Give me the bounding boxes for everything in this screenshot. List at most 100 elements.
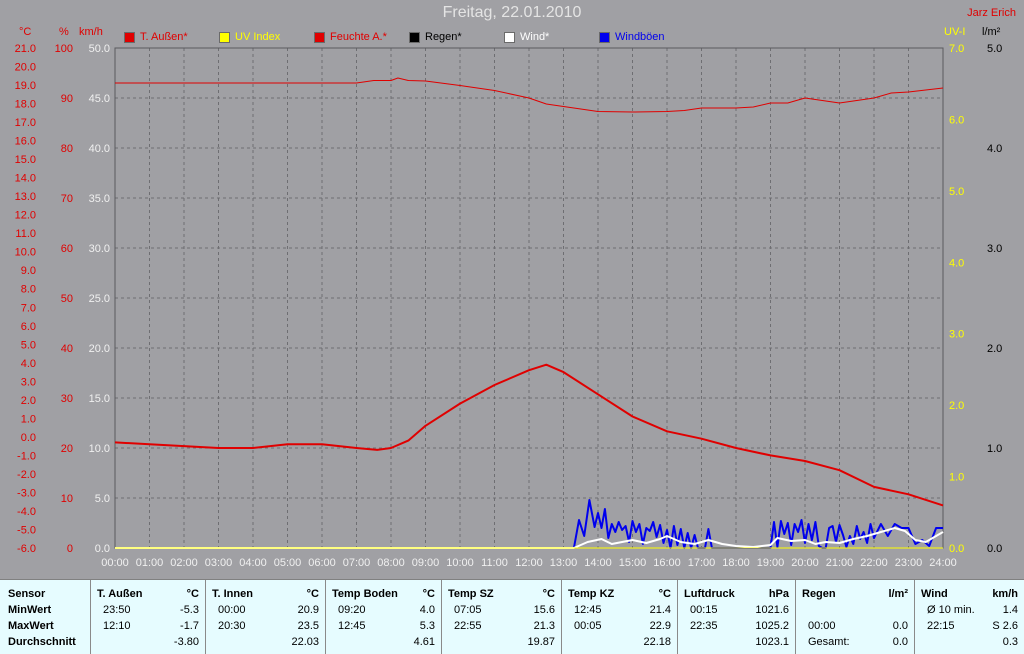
wind-tick-label: 20.0 — [89, 343, 110, 355]
time-tick-label: 17:00 — [688, 557, 716, 569]
max-time: 22:15 — [927, 620, 955, 632]
rain-tick-label: 3.0 — [987, 243, 1002, 255]
time-tick-label: 22:00 — [860, 557, 888, 569]
column-header: Temp Boden — [332, 588, 398, 600]
temperature-tick-label: 3.0 — [21, 376, 36, 388]
humidity-tick-label: 20 — [61, 443, 73, 455]
temperature-tick-label: -1.0 — [17, 450, 36, 462]
wind-tick-label: 30.0 — [89, 243, 110, 255]
time-tick-label: 11:00 — [481, 557, 508, 569]
time-tick-label: 03:00 — [205, 557, 233, 569]
uv-tick-label: 0.0 — [949, 543, 964, 555]
stat-column-temp-kz: Temp KZ °C 12:45 21.4 00:05 22.9 22.18 — [561, 580, 677, 654]
wind-tick-label: 40.0 — [89, 143, 110, 155]
max-time: 00:05 — [574, 620, 602, 632]
legend-swatch — [124, 31, 135, 43]
time-tick-label: 09:00 — [412, 557, 440, 569]
max-value: S 2.6 — [992, 620, 1018, 632]
time-tick-label: 15:00 — [619, 557, 647, 569]
legend-item-gusts: Windböen — [599, 31, 665, 43]
uv-tick-label: 6.0 — [949, 114, 964, 126]
chart-title: Freitag, 22.01.2010 — [442, 4, 582, 21]
average-value: 22.03 — [291, 636, 319, 648]
column-header: Temp SZ — [448, 588, 494, 600]
legend-label: Feuchte A.* — [330, 31, 387, 43]
column-unit: km/h — [992, 588, 1018, 600]
average-value: -3.80 — [173, 636, 199, 648]
temperature-tick-label: -5.0 — [17, 524, 36, 536]
temperature-tick-label: 7.0 — [21, 302, 36, 314]
min-time: 23:50 — [103, 604, 131, 616]
average-label: Gesamt: — [808, 636, 850, 648]
average-value: 22.18 — [643, 636, 671, 648]
legend-swatch — [219, 31, 230, 43]
max-value: 22.9 — [649, 620, 671, 632]
legend-item-humidity: Feuchte A.* — [314, 31, 387, 43]
max-value: 21.3 — [533, 620, 555, 632]
time-tick-label: 08:00 — [377, 557, 405, 569]
time-tick-label: 16:00 — [653, 557, 681, 569]
min-time: Ø 10 min. — [927, 604, 975, 616]
legend-item-uv-index: UV Index — [219, 31, 280, 43]
humidity-tick-label: 10 — [61, 493, 73, 505]
wind-tick-label: 5.0 — [95, 493, 110, 505]
temperature-tick-label: 14.0 — [15, 173, 36, 185]
wind-tick-label: 15.0 — [89, 393, 110, 405]
average-value: 0.0 — [892, 636, 908, 648]
column-header: Regen — [802, 588, 836, 600]
average-value: 4.61 — [413, 636, 435, 648]
column-unit: °C — [422, 588, 435, 600]
humidity-tick-label: 30 — [61, 393, 73, 405]
temperature-tick-label: 15.0 — [15, 154, 36, 166]
temperature-tick-label: 11.0 — [15, 228, 36, 240]
time-tick-label: 04:00 — [239, 557, 267, 569]
row-label-min: MinWert — [8, 604, 52, 616]
min-value: 1021.6 — [755, 604, 789, 616]
humidity-tick-label: 60 — [61, 243, 73, 255]
legend-label: Wind* — [520, 31, 550, 43]
legend-label: Regen* — [425, 31, 462, 43]
temperature-tick-label: -6.0 — [17, 543, 36, 555]
average-value: 19.87 — [527, 636, 555, 648]
min-value: 4.0 — [419, 604, 435, 616]
legend-label: Windböen — [615, 31, 665, 43]
legend-label: T. Außen* — [140, 31, 188, 43]
time-tick-label: 19:00 — [757, 557, 785, 569]
weather-chart: 21.020.019.018.017.016.015.014.013.012.0… — [15, 43, 1003, 569]
column-header: Luftdruck — [684, 588, 735, 600]
humidity-tick-label: 80 — [61, 143, 73, 155]
min-value: -5.3 — [180, 604, 199, 616]
uv-tick-label: 1.0 — [949, 472, 964, 484]
time-tick-label: 14:00 — [584, 557, 612, 569]
legend-item-rain: Regen* — [409, 31, 462, 43]
min-value: 1.4 — [1002, 604, 1018, 616]
temperature-tick-label: 8.0 — [21, 284, 36, 296]
humidity-tick-label: 0 — [67, 543, 73, 555]
time-tick-label: 24:00 — [929, 557, 957, 569]
temperature-tick-label: 0.0 — [21, 432, 36, 444]
column-unit: °C — [186, 588, 199, 600]
time-tick-label: 06:00 — [308, 557, 336, 569]
temperature-tick-label: 13.0 — [15, 191, 36, 203]
max-value: 5.3 — [419, 620, 435, 632]
max-value: 23.5 — [297, 620, 319, 632]
temperature-tick-label: 17.0 — [15, 117, 36, 129]
temperature-tick-label: -2.0 — [17, 469, 36, 481]
stat-column-temp-sz: Temp SZ °C 07:05 15.6 22:55 21.3 19.87 — [441, 580, 561, 654]
time-tick-label: 07:00 — [343, 557, 371, 569]
column-unit: hPa — [768, 588, 789, 600]
stat-column-t-innen: T. Innen °C 00:00 20.9 20:30 23.5 22.03 — [205, 580, 325, 654]
uv-tick-label: 5.0 — [949, 186, 964, 198]
humidity-tick-label: 70 — [61, 193, 73, 205]
legend-item-temp-outside: T. Außen* — [124, 31, 188, 43]
humidity-tick-label: 50 — [61, 293, 73, 305]
column-unit: l/m² — [888, 588, 908, 600]
time-tick-label: 02:00 — [170, 557, 198, 569]
temperature-tick-label: 20.0 — [15, 62, 36, 74]
min-time: 12:45 — [574, 604, 602, 616]
column-header: Temp KZ — [568, 588, 615, 600]
time-tick-label: 23:00 — [895, 557, 923, 569]
row-labels-column: Sensor MinWert MaxWert Durchschnitt — [0, 580, 90, 654]
stat-column-wind: Wind km/h Ø 10 min. 1.4 22:15 S 2.6 0.3 — [914, 580, 1024, 654]
rain-tick-label: 1.0 — [987, 443, 1002, 455]
